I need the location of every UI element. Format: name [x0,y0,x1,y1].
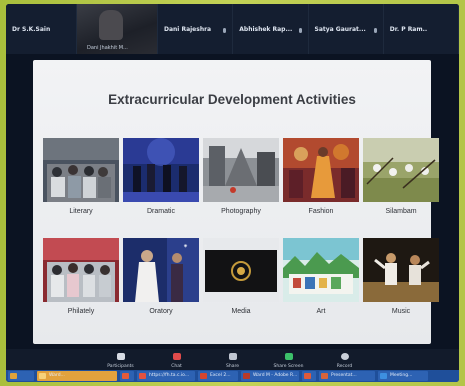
slide-title: Extracurricular Development Activities [108,92,356,107]
windows-taskbar: Ward... https://fh.ta.c.io... Excel 2...… [6,370,459,382]
app-icon [122,373,129,379]
chat-label: Chat [171,364,182,369]
participants-label: Participants [107,364,134,369]
presentation-slide: Extracurricular Development Activities L… [33,60,439,344]
share-label: Share [226,364,239,369]
share-icon [228,353,237,360]
taskbar-item[interactable]: https://fh.ta.c.io... [137,371,195,381]
taskbar-item-label: Ward... [49,373,65,378]
taskbar-item[interactable]: Presentat... [319,371,375,381]
activity-label: Oratory [149,308,173,315]
mic-muted-icon [298,28,302,33]
participant-video-tile[interactable]: Dani Jhakhit M... [77,4,158,54]
taskbar-item[interactable] [120,371,134,381]
taskbar-item-label: Meeting... [390,373,413,378]
activity-label: Philately [67,308,95,315]
taskbar-item[interactable]: Meeting... [378,371,428,381]
activity-label: Media [231,308,251,315]
participant-tile[interactable]: Abhishek Rap... [233,4,309,54]
shared-screen: Extracurricular Development Activities L… [6,54,459,349]
record-icon [340,353,349,360]
oratory-photo: ⁕ [123,238,199,302]
excel-icon [200,373,207,379]
window-icon [39,373,46,379]
participant-tile[interactable]: Dr S.K.Sain [6,4,77,54]
activity-label: Fashion [308,208,334,215]
start-button[interactable] [8,371,34,381]
participant-tile[interactable]: Satya Gaurat... [308,4,384,54]
taskbar-item-label: Ward M - Adobe R... [253,373,298,378]
app-icon [304,373,311,379]
art-photo [283,238,359,302]
fashion-photo [283,138,359,202]
taskbar-item[interactable]: Excel 2... [198,371,238,381]
adobe-icon [243,373,250,379]
share-screen-icon [284,353,293,360]
activity-label: Photography [221,208,261,215]
record-label: Record [336,364,353,369]
activity-label: Literary [69,208,93,215]
silambam-photo [363,138,439,202]
participants-button[interactable]: Participants [106,351,136,371]
share-screen-button[interactable]: Share Screen [274,351,304,371]
taskbar-item[interactable] [302,371,316,381]
photography-photo [203,138,279,202]
music-photo [363,238,439,302]
participant-name: Dani Jhakhit M... [87,45,128,51]
participant-strip: Dr S.K.Sain Dani Jhakhit M... Dani Rajes… [6,4,459,54]
dramatic-photo [123,138,199,202]
philately-photo [43,238,119,302]
literary-photo [43,138,119,202]
share-screen-label: Share Screen [273,364,304,369]
video-call-window: Dr S.K.Sain Dani Jhakhit M... Dani Rajes… [6,4,459,382]
share-button[interactable]: Share [218,351,248,371]
participant-name: Dr. P Ram.. [389,26,428,33]
activity-label: Music [391,308,411,315]
participant-tile[interactable]: Dani Rajeshra [158,4,234,54]
activity-label: Silambam [385,208,417,215]
record-button[interactable]: Record [330,351,360,371]
mic-muted-icon [373,28,377,33]
start-icon [10,373,17,379]
zoom-icon [380,373,387,379]
participant-tile[interactable]: Dr. P Ram.. [383,4,459,54]
meeting-toolbar: Participants Chat Share Share Screen Rec… [6,349,459,371]
activity-label: Dramatic [146,208,175,215]
taskbar-item-label: Presentat... [331,373,357,378]
mic-muted-icon [223,28,227,33]
media-photo [203,238,279,302]
powerpoint-icon [321,373,328,379]
participant-name: Abhishek Rap... [239,26,293,33]
chat-button[interactable]: Chat [162,351,192,371]
participant-name: Satya Gaurat... [314,26,366,33]
taskbar-item-label: Excel 2... [210,373,231,378]
taskbar-item[interactable]: Ward M - Adobe R... [241,371,299,381]
participant-video [99,10,123,40]
svg-text:⁕: ⁕ [183,243,188,250]
participant-name: Dani Rajeshra [164,26,212,33]
activity-label: Art [316,308,326,315]
taskbar-item-label: https://fh.ta.c.io... [149,373,190,378]
participant-name: Dr S.K.Sain [12,26,51,33]
browser-icon [139,373,146,379]
chat-icon [172,353,181,360]
taskbar-item[interactable]: Ward... [37,371,117,381]
participants-icon [116,353,125,360]
